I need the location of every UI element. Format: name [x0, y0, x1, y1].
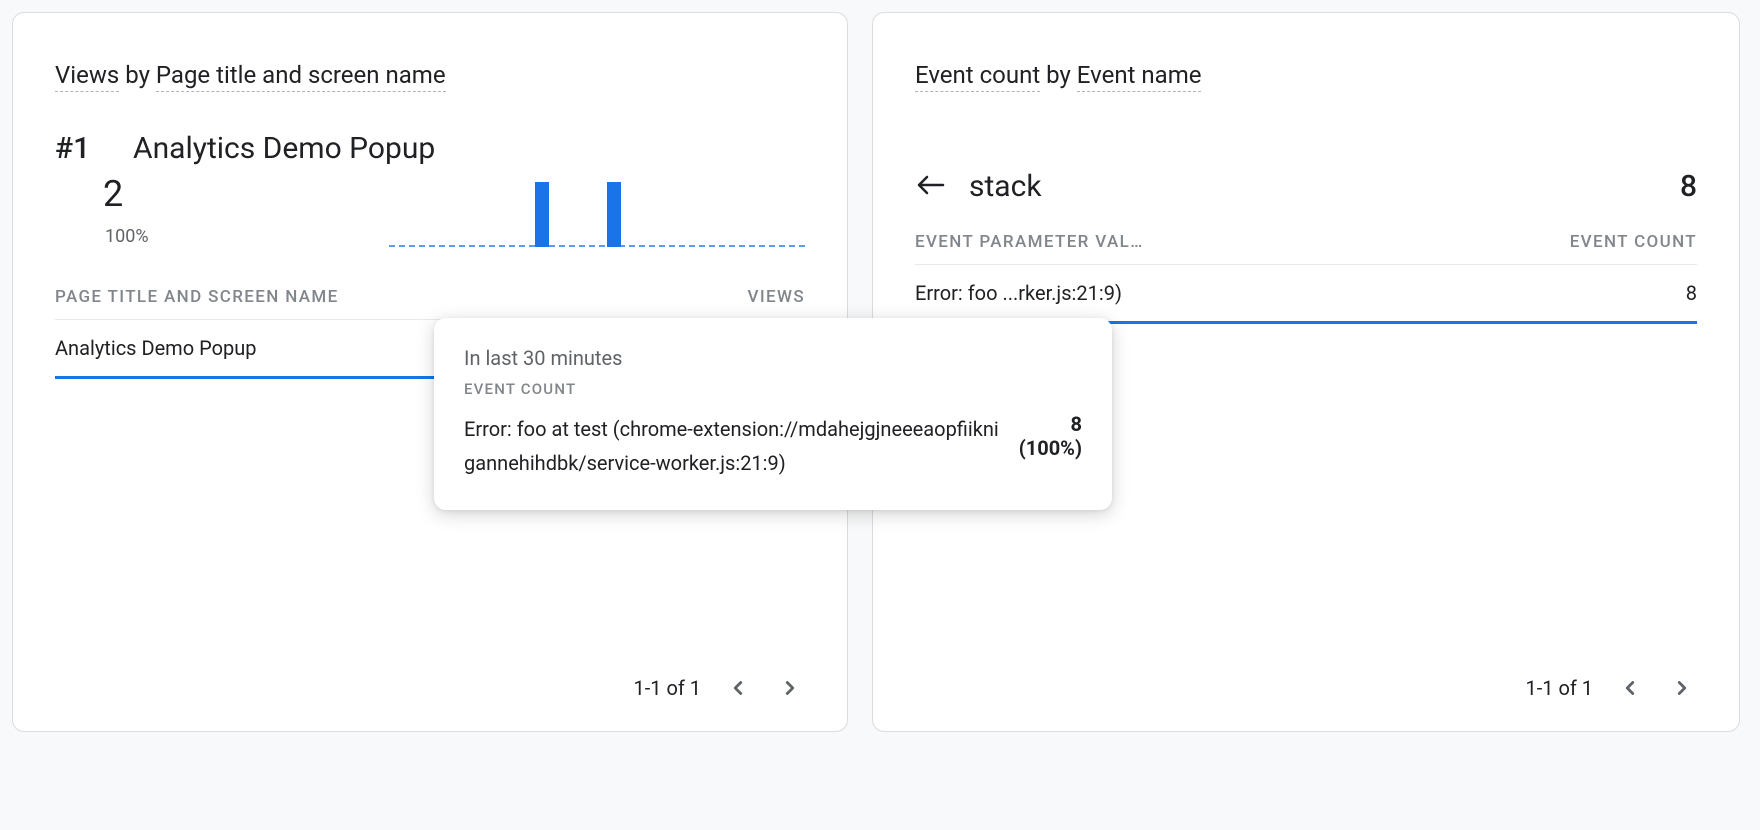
row-name: Error: foo ...rker.js:21:9) [915, 281, 1122, 305]
sparkline-chart [389, 177, 805, 247]
row-value: 8 [1686, 281, 1697, 305]
metric-selector[interactable]: Event count [915, 61, 1040, 92]
tooltip-pct: (100%) [1019, 436, 1082, 460]
arrow-left-icon[interactable] [915, 173, 947, 201]
title-by: by [119, 61, 156, 89]
chevron-right-icon[interactable] [1667, 673, 1697, 703]
pagination: 1-1 of 1 [915, 673, 1697, 703]
rank: #1 [55, 131, 95, 166]
table-header: EVENT PARAMETER VAL… EVENT COUNT [915, 232, 1697, 265]
sparkline-baseline [389, 245, 805, 247]
tooltip-metric-label: EVENT COUNT [464, 380, 1082, 398]
tooltip: In last 30 minutes EVENT COUNT Error: fo… [434, 318, 1112, 510]
row-name: Analytics Demo Popup [55, 336, 256, 360]
chevron-left-icon[interactable] [723, 673, 753, 703]
top-entry-value: 2 [103, 176, 149, 212]
top-entry-name: Analytics Demo Popup [133, 131, 435, 166]
drilldown-header: stack 8 [915, 169, 1697, 204]
dimension-selector[interactable]: Event name [1077, 61, 1202, 92]
tooltip-timeframe: In last 30 minutes [464, 346, 1082, 370]
col-header-metric: EVENT COUNT [1570, 232, 1697, 252]
table-row[interactable]: Error: foo ...rker.js:21:9) 8 [915, 265, 1697, 324]
sparkline-bar [535, 182, 549, 247]
title-by: by [1040, 61, 1077, 89]
chevron-left-icon[interactable] [1615, 673, 1645, 703]
sparkline-bar [607, 182, 621, 247]
tooltip-value: 8 [1019, 412, 1082, 436]
metric-selector[interactable]: Views [55, 61, 119, 92]
drilldown-count: 8 [1680, 169, 1697, 204]
drilldown-name: stack [969, 169, 1042, 204]
col-header-metric: VIEWS [748, 287, 805, 307]
dimension-selector[interactable]: Page title and screen name [156, 61, 446, 92]
card-title: Views by Page title and screen name [55, 61, 805, 89]
col-header-dimension: PAGE TITLE AND SCREEN NAME [55, 287, 339, 307]
tooltip-text: Error: foo at test (chrome-extension://m… [464, 412, 1001, 480]
col-header-dimension: EVENT PARAMETER VAL… [915, 232, 1144, 252]
pager-range: 1-1 of 1 [1525, 676, 1593, 700]
pagination: 1-1 of 1 [55, 673, 805, 703]
top-entry-pct: 100% [105, 226, 149, 247]
chevron-right-icon[interactable] [775, 673, 805, 703]
pager-range: 1-1 of 1 [633, 676, 701, 700]
table-header: PAGE TITLE AND SCREEN NAME VIEWS [55, 287, 805, 320]
table-row[interactable]: Analytics Demo Popup [55, 320, 435, 379]
top-entry: #1 Analytics Demo Popup 2 100% [55, 113, 805, 247]
card-title: Event count by Event name [915, 61, 1697, 89]
